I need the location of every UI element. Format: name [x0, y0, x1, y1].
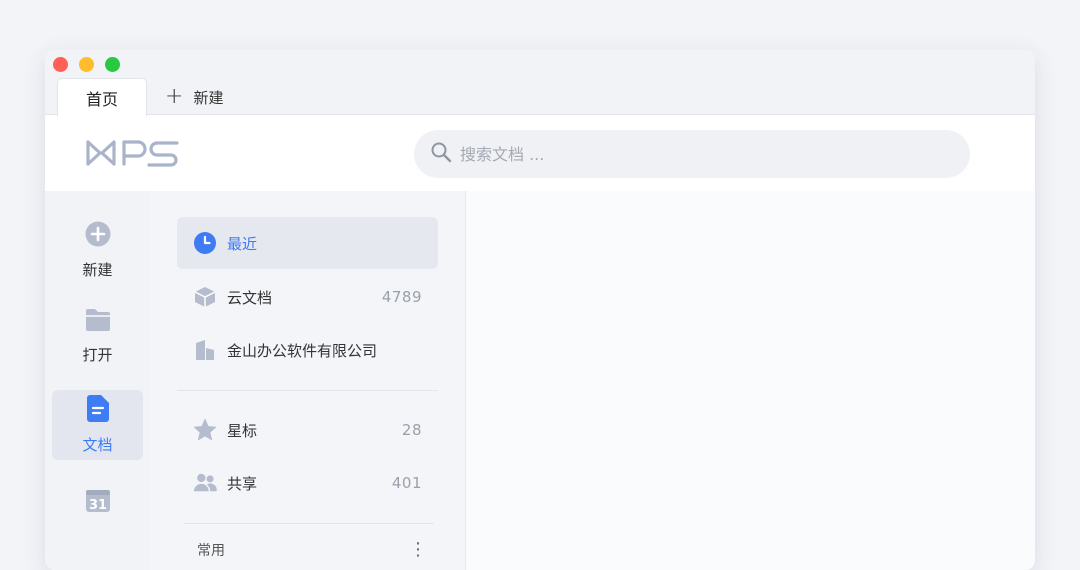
nav-item-label: 文档 — [82, 436, 113, 454]
category-label: 星标 — [227, 421, 258, 440]
nav-item-new[interactable]: 新建 — [52, 215, 143, 285]
tab-home-label: 首页 — [85, 89, 118, 109]
category-label: 最近 — [227, 234, 258, 253]
category-count: 28 — [401, 421, 422, 439]
nav-item-label: 打开 — [82, 345, 113, 364]
calendar-day-text: 31 — [88, 498, 106, 513]
category-recent[interactable]: 最近 — [177, 217, 438, 269]
nav-item-open[interactable]: 打开 — [52, 301, 143, 371]
category-label: 共享 — [227, 474, 258, 493]
close-window-button[interactable] — [53, 57, 68, 72]
new-tab-label: 新建 — [193, 88, 224, 107]
search-input[interactable] — [458, 143, 902, 165]
nav-item-documents[interactable]: 文档 — [52, 390, 143, 460]
minimize-window-button[interactable] — [79, 57, 94, 72]
folder-icon — [85, 308, 111, 336]
category-label: 金山办公软件有限公司 — [227, 341, 378, 360]
category-count: 401 — [391, 474, 422, 492]
search-bar[interactable] — [414, 130, 970, 178]
main-content-area — [466, 191, 1035, 570]
header-bar — [45, 114, 1035, 192]
plus-circle-icon — [85, 221, 111, 251]
mps-logo — [85, 139, 181, 171]
star-icon — [193, 418, 217, 442]
cube-icon — [193, 285, 217, 309]
panel-divider — [184, 523, 434, 524]
document-icon — [86, 395, 109, 426]
calendar-31-icon: 31 — [85, 489, 111, 517]
plus-icon: + — [165, 84, 184, 109]
maximize-window-button[interactable] — [105, 57, 120, 72]
category-starred[interactable]: 星标 28 — [177, 404, 438, 456]
search-icon — [430, 141, 452, 167]
new-tab-button[interactable]: + 新建 — [165, 86, 223, 108]
app-window: 首页 + 新建 搜索文档 ... 新建 打开 文档 31 最近 云文档 4789… — [45, 50, 1035, 570]
category-company[interactable]: 金山办公软件有限公司 — [177, 324, 438, 376]
section-title: 常用 — [197, 543, 225, 559]
left-nav: 新建 打开 文档 31 — [45, 191, 150, 570]
building-icon — [193, 338, 217, 362]
clock-icon — [193, 231, 217, 255]
tab-home[interactable]: 首页 — [57, 78, 147, 116]
category-label: 云文档 — [227, 288, 273, 307]
category-shared[interactable]: 共享 401 — [177, 457, 438, 509]
document-category-panel: 最近 云文档 4789 金山办公软件有限公司 星标 28 共享 401 常用 ⋮ — [150, 191, 466, 570]
category-cloud-docs[interactable]: 云文档 4789 — [177, 271, 438, 323]
window-controls — [53, 57, 120, 72]
nav-item-calendar[interactable]: 31 — [52, 483, 143, 523]
frequent-section-header: 常用 ⋮ — [197, 540, 427, 560]
people-icon — [193, 471, 217, 495]
category-count: 4789 — [381, 288, 422, 306]
panel-divider — [177, 390, 438, 391]
more-options-icon[interactable]: ⋮ — [409, 541, 427, 559]
nav-item-label: 新建 — [82, 260, 113, 279]
